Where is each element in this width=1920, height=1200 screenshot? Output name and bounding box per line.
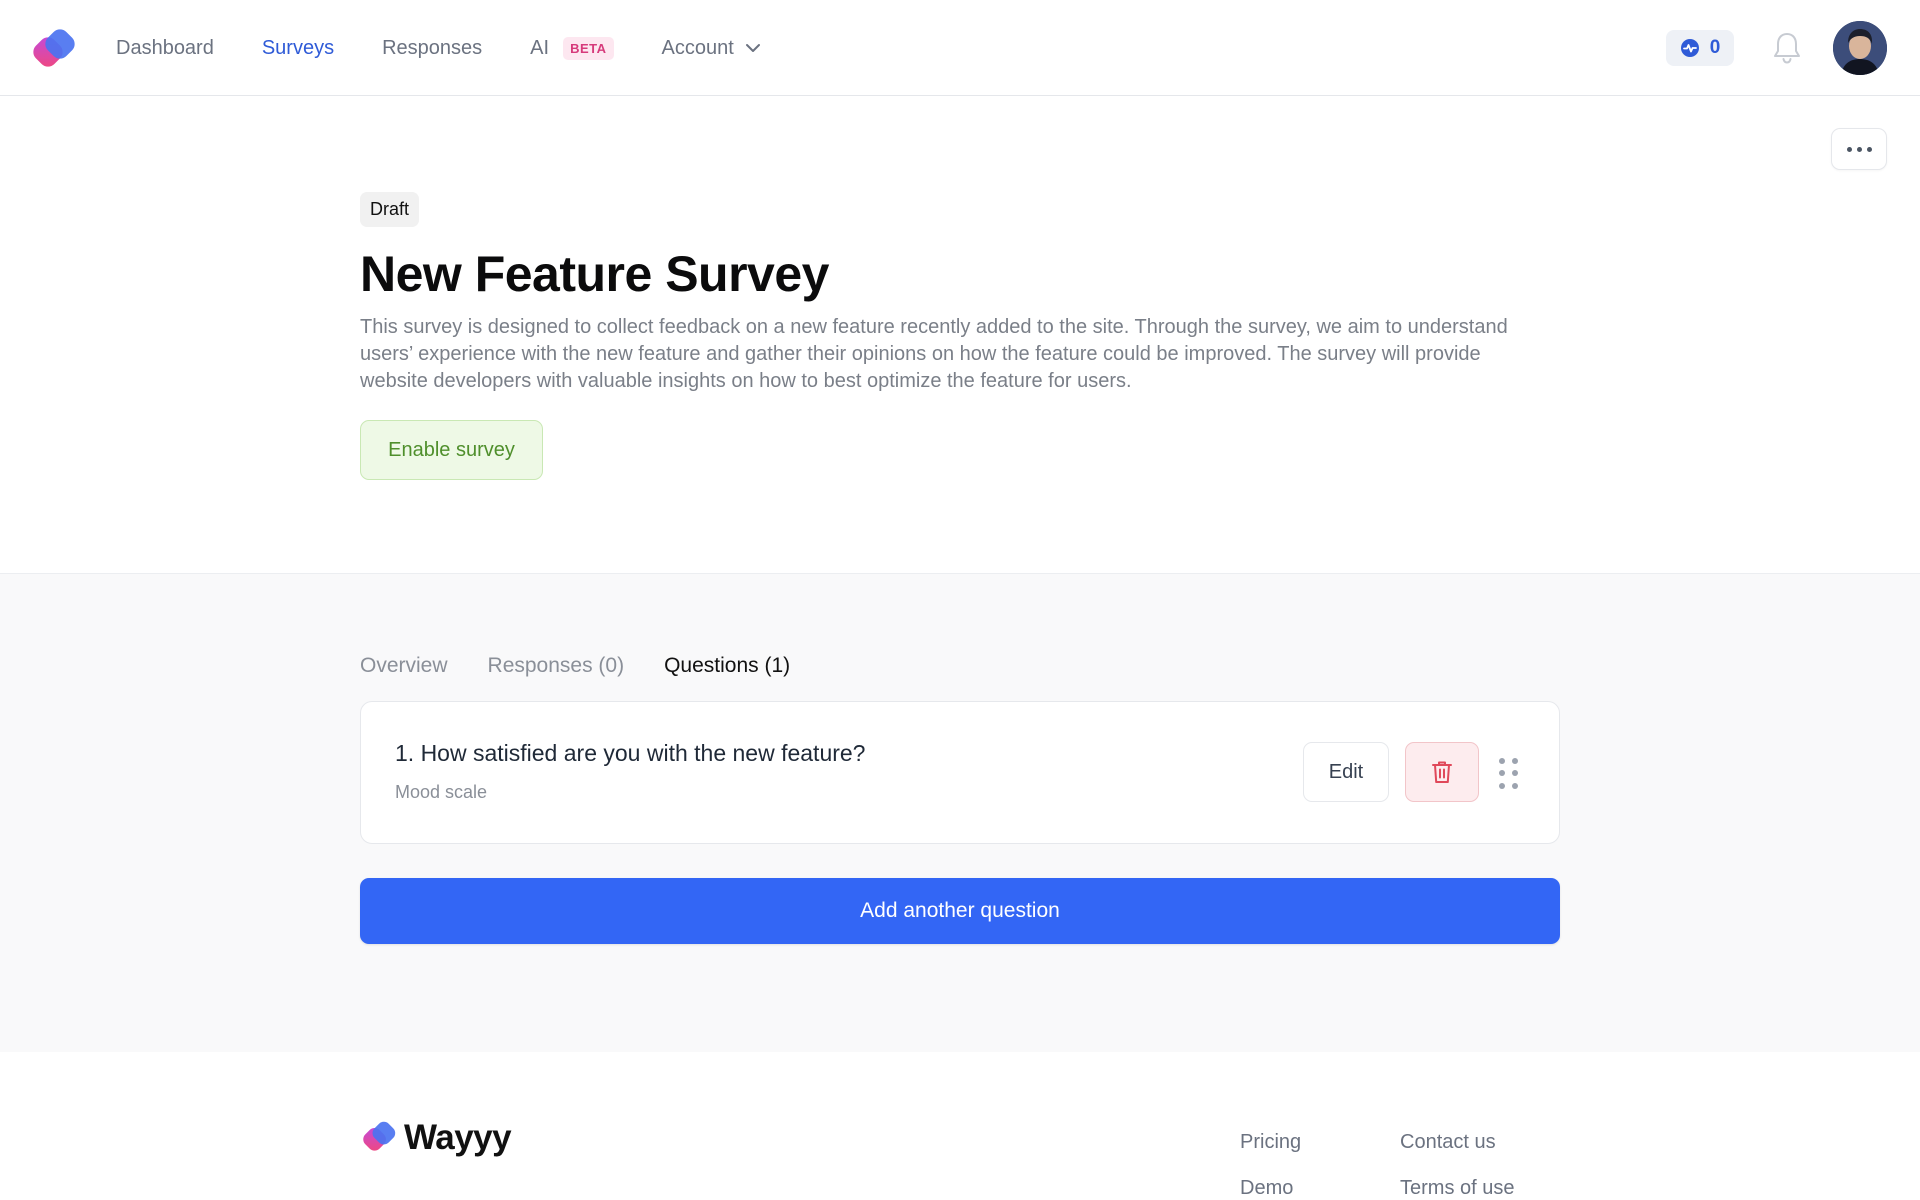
footer-link-pricing[interactable]: Pricing: [1240, 1131, 1301, 1154]
nav-dashboard[interactable]: Dashboard: [116, 37, 214, 60]
bell-icon[interactable]: [1770, 30, 1804, 66]
drag-handle-icon[interactable]: [1499, 758, 1519, 790]
footer-logo[interactable]: [363, 1120, 397, 1154]
avatar-icon: [1833, 21, 1887, 75]
enable-survey-button[interactable]: Enable survey: [360, 420, 543, 480]
delete-question-button[interactable]: [1405, 742, 1479, 802]
footer-brand: Wayyy: [404, 1118, 512, 1157]
nav-surveys[interactable]: Surveys: [262, 37, 334, 60]
status-badge: Draft: [360, 192, 420, 227]
footer-link-contact[interactable]: Contact us: [1400, 1131, 1496, 1154]
nav-ai-label: AI: [530, 36, 550, 59]
survey-description: This survey is designed to collect feedb…: [360, 316, 1508, 392]
credits-count: 0: [1709, 37, 1721, 58]
nav-surveys-label: Surveys: [261, 36, 335, 59]
user-avatar[interactable]: [1833, 21, 1887, 75]
question-title: 1. How satisfied are you with the new fe…: [395, 740, 866, 766]
credits-button[interactable]: 0: [1666, 30, 1734, 66]
footer-link-terms[interactable]: Terms of use: [1400, 1177, 1514, 1200]
footer-link-demo[interactable]: Demo: [1240, 1177, 1293, 1200]
more-dot-icon: [1856, 146, 1862, 152]
more-dot-icon: [1846, 146, 1852, 152]
edit-question-button[interactable]: Edit: [1303, 742, 1389, 802]
trash-icon: [1432, 761, 1452, 783]
top-navbar: Dashboard Surveys Responses AI BETA Acco…: [0, 0, 1920, 96]
question-card: 1. How satisfied are you with the new fe…: [360, 701, 1560, 844]
beta-badge: BETA: [563, 36, 614, 60]
page-title: New Feature Survey: [360, 246, 829, 302]
tab-questions[interactable]: Questions (1): [664, 654, 790, 678]
more-dot-icon: [1866, 146, 1872, 152]
wayyy-logo[interactable]: [33, 27, 77, 71]
question-type: Mood scale: [395, 782, 488, 802]
nav-dashboard-label: Dashboard: [116, 36, 214, 59]
nav-responses[interactable]: Responses: [382, 37, 482, 60]
nav-responses-label: Responses: [382, 36, 483, 59]
activity-badge-icon: [1680, 39, 1699, 57]
chevron-down-icon: [745, 44, 760, 52]
tab-responses[interactable]: Responses (0): [488, 654, 625, 678]
questions-section: Overview Responses (0) Questions (1) 1. …: [0, 573, 1920, 1052]
nav-account[interactable]: Account: [662, 37, 762, 60]
tab-overview[interactable]: Overview: [360, 654, 448, 678]
more-options-button[interactable]: [1831, 128, 1887, 170]
main-nav: Dashboard Surveys Responses AI BETA Acco…: [116, 0, 810, 96]
add-question-button[interactable]: Add another question: [360, 878, 1560, 944]
nav-account-label: Account: [661, 36, 734, 59]
survey-tabs: Overview Responses (0) Questions (1): [360, 654, 830, 678]
nav-ai[interactable]: AI BETA: [530, 36, 614, 60]
